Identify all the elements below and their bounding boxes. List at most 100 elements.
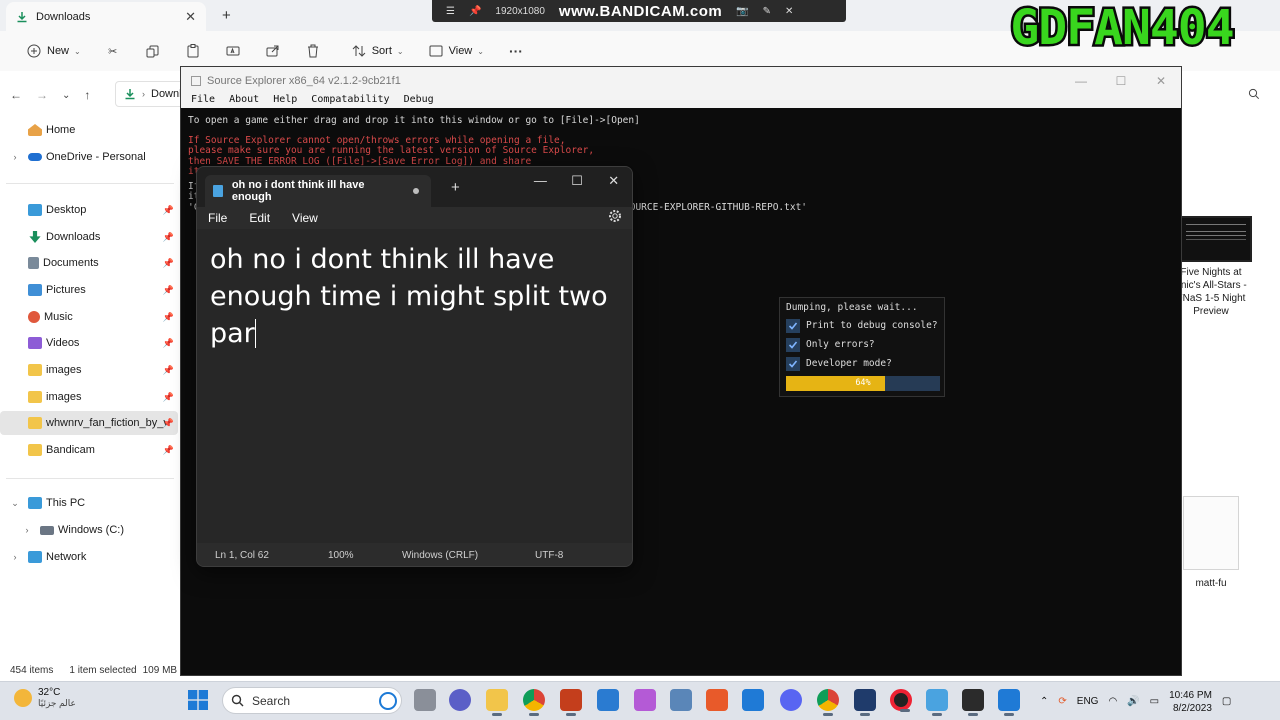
store-icon[interactable] (706, 689, 728, 711)
menu-compatability[interactable]: Compatability (311, 94, 389, 108)
nav-item-images[interactable]: images 📌 (0, 385, 178, 409)
new-button[interactable]: New ⌄ (14, 37, 93, 65)
notepad-tab[interactable]: oh no i dont think ill have enough (205, 175, 431, 207)
chevron-down-icon[interactable]: ⌄ (62, 90, 70, 101)
sort-button[interactable]: Sort ⌄ (339, 37, 416, 65)
rename-button[interactable] (213, 37, 253, 65)
app-icon[interactable] (742, 689, 764, 711)
checkbox-checked[interactable] (786, 356, 800, 371)
app-icon[interactable] (998, 689, 1020, 716)
notification-icon[interactable]: ▢ (1222, 696, 1231, 707)
menu-file[interactable]: File (208, 211, 227, 225)
bandicam-icon[interactable] (890, 689, 912, 712)
cut-button[interactable]: ✂ (93, 37, 133, 65)
close-tab-icon[interactable]: ✕ (185, 9, 196, 25)
windows-start-icon[interactable] (188, 690, 208, 710)
menu-about[interactable]: About (229, 94, 259, 108)
maximize-icon[interactable]: ☐ (559, 173, 596, 189)
chrome-icon[interactable] (817, 689, 839, 716)
expand-chevron-icon[interactable]: › (20, 525, 34, 535)
menu-edit[interactable]: Edit (249, 211, 270, 225)
pencil-icon[interactable]: ✎ (763, 6, 771, 17)
maximize-icon[interactable]: ☐ (1101, 74, 1141, 88)
pin-icon[interactable]: 📌 (469, 6, 481, 17)
menu-help[interactable]: Help (273, 94, 297, 108)
nav-item-this-pc[interactable]: ⌄ This PC (0, 491, 178, 515)
breadcrumb[interactable]: Downl (151, 88, 182, 100)
close-icon[interactable]: ✕ (785, 6, 793, 17)
text-editor[interactable]: oh no i dont think ill have enough time … (210, 241, 622, 541)
expand-chevron-icon[interactable]: › (8, 552, 22, 562)
paste-button[interactable] (173, 37, 213, 65)
explorer-tab-downloads[interactable]: Downloads ✕ (6, 2, 206, 31)
new-tab-button[interactable]: + (222, 7, 231, 24)
volume-icon[interactable]: 🔊 (1127, 696, 1139, 707)
terminal-icon[interactable] (962, 689, 984, 716)
new-tab-button[interactable]: + (451, 179, 460, 196)
delete-button[interactable] (293, 37, 333, 65)
app-icon[interactable] (597, 689, 619, 711)
copy-button[interactable] (133, 37, 173, 65)
file-document-icon[interactable] (1183, 496, 1239, 570)
minimize-icon[interactable]: — (522, 173, 559, 189)
view-button[interactable]: View ⌄ (416, 37, 496, 65)
chrome-icon[interactable] (523, 689, 545, 716)
checkbox-checked[interactable] (786, 337, 800, 352)
powerpoint-icon[interactable] (560, 689, 582, 716)
expand-chevron-icon[interactable]: ⌄ (8, 498, 22, 509)
option-developer-mode[interactable]: Developer mode? (786, 354, 938, 373)
file-label[interactable]: Five Nights at onic's All-Stars - FNaS 1… (1171, 266, 1251, 318)
menu-file[interactable]: File (191, 94, 215, 108)
clock[interactable]: 10:46 PM 8/2/2023 (1169, 689, 1212, 715)
menu-view[interactable]: View (292, 211, 318, 225)
nav-item-home[interactable]: Home (0, 118, 178, 142)
vegas-icon[interactable] (854, 689, 876, 716)
nav-item-images[interactable]: images 📌 (0, 358, 178, 382)
close-icon[interactable]: ✕ (1141, 74, 1181, 88)
nav-item-pictures[interactable]: Pictures 📌 (0, 278, 178, 302)
unsaved-dot-icon[interactable] (413, 188, 419, 194)
camera-icon[interactable]: 📷 (736, 6, 748, 17)
task-view-icon[interactable] (414, 689, 436, 711)
nav-item-network[interactable]: › Network (0, 545, 178, 569)
photos-icon[interactable] (670, 689, 692, 711)
share-button[interactable] (253, 37, 293, 65)
teams-chat-icon[interactable] (449, 689, 471, 711)
minimize-icon[interactable]: — (1061, 74, 1101, 88)
video-thumbnail[interactable] (1180, 216, 1252, 262)
option-only-errors[interactable]: Only errors? (786, 335, 938, 354)
discord-icon[interactable] (780, 689, 802, 711)
search-icon[interactable] (1248, 88, 1260, 100)
language-indicator[interactable]: ENG (1077, 696, 1099, 707)
nav-item-onedrive[interactable]: › OneDrive - Personal (0, 145, 178, 169)
close-icon[interactable]: ✕ (595, 173, 632, 189)
file-explorer-icon[interactable] (486, 689, 508, 716)
gear-icon[interactable] (608, 209, 622, 223)
option-print-debug[interactable]: Print to debug console? (786, 316, 938, 335)
nav-item-documents[interactable]: Documents 📌 (0, 251, 178, 275)
nav-item-bandicam[interactable]: Bandicam 📌 (0, 438, 178, 462)
up-arrow-icon[interactable]: ↑ (84, 88, 90, 102)
menu-icon[interactable]: ☰ (446, 6, 455, 17)
chevron-up-icon[interactable]: ⌃ (1040, 696, 1048, 707)
checkbox-checked[interactable] (786, 318, 800, 333)
wifi-icon[interactable]: ◠ (1108, 696, 1117, 707)
sync-icon[interactable]: ⟳ (1058, 696, 1066, 707)
more-options-button[interactable]: ··· (496, 37, 536, 65)
notepad-icon[interactable] (926, 689, 948, 716)
nav-item-windows-c[interactable]: › Windows (C:) (0, 518, 178, 542)
nav-item-music[interactable]: Music 📌 (0, 305, 178, 329)
nav-item-videos[interactable]: Videos 📌 (0, 331, 178, 355)
file-label[interactable]: matt-fu (1171, 577, 1251, 590)
nav-item-downloads[interactable]: Downloads 📌 (0, 225, 178, 249)
battery-icon[interactable]: ▭ (1150, 696, 1159, 707)
app-icon[interactable] (634, 689, 656, 711)
menu-debug[interactable]: Debug (404, 94, 434, 108)
address-bar[interactable]: › Downl (115, 81, 185, 107)
taskbar-search[interactable]: Search (222, 687, 402, 714)
back-arrow-icon[interactable]: ← (10, 88, 22, 102)
expand-chevron-icon[interactable]: › (8, 152, 22, 162)
nav-item-fan-fiction-folder[interactable]: whwnrv_fan_fiction_by_vide📌 (0, 411, 178, 435)
weather-widget[interactable]: 32°C عالم جزئيًا (14, 687, 76, 709)
nav-item-desktop[interactable]: Desktop 📌 (0, 198, 178, 222)
